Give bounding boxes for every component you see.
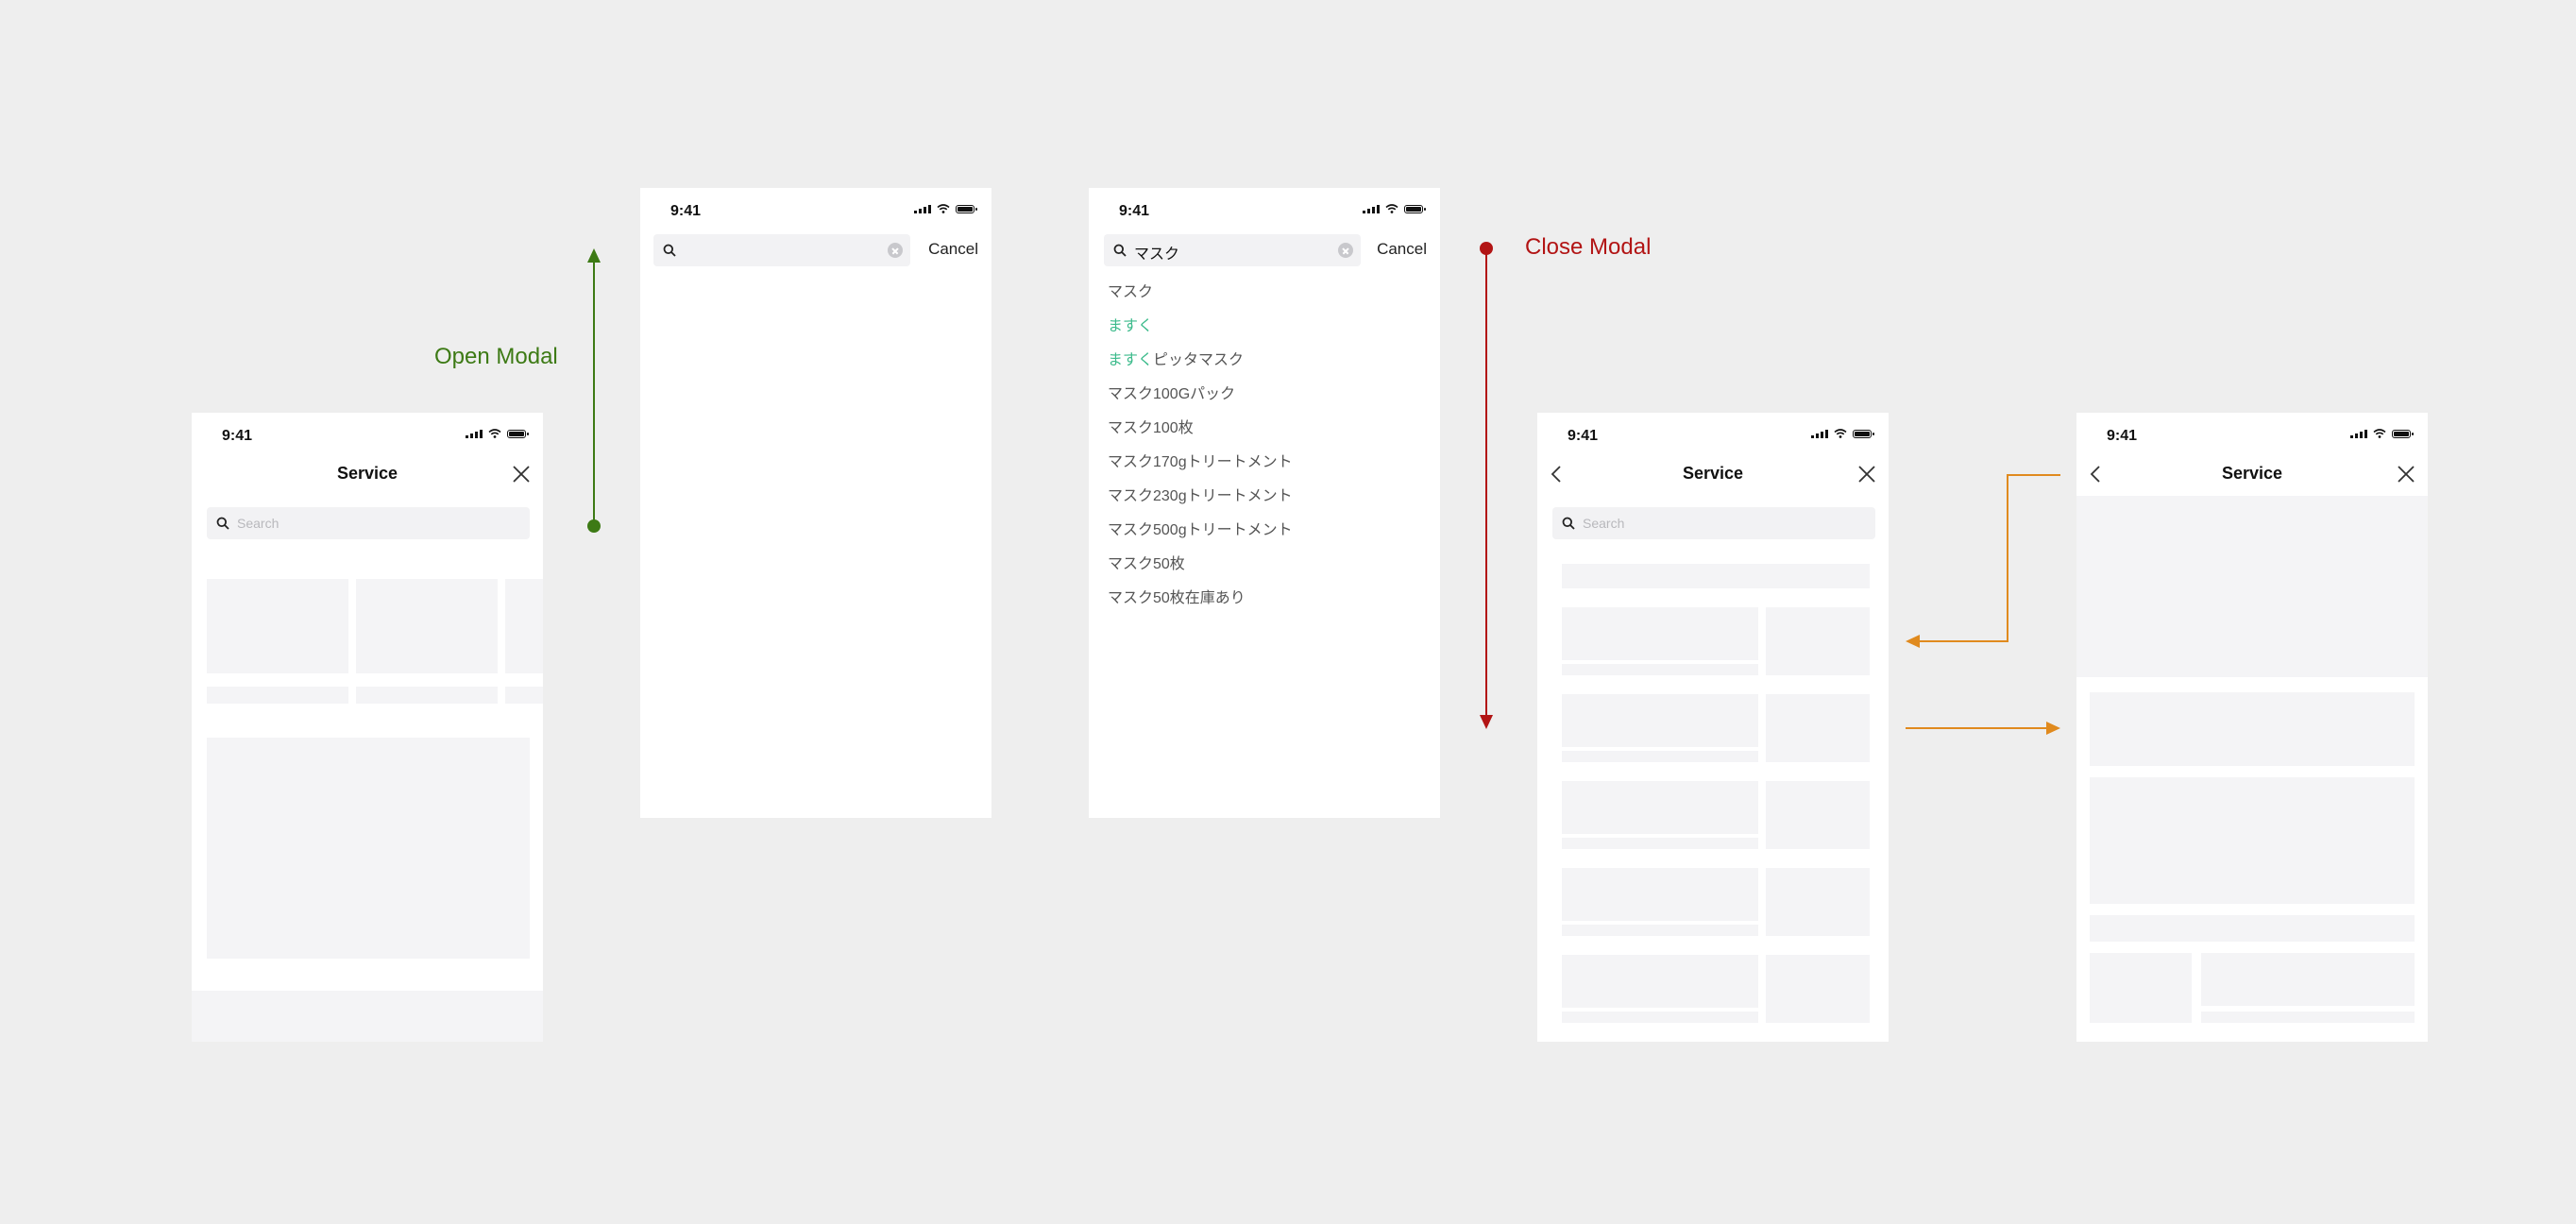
forward-flow-arrow [1906,722,2060,735]
flow-arrows [587,242,2060,735]
close-modal-arrow [1480,242,1493,729]
open-modal-label: Open Modal [434,344,558,369]
open-modal-arrow [587,248,601,533]
back-flow-arrow [1906,474,2060,648]
close-modal-label: Close Modal [1525,234,1652,260]
